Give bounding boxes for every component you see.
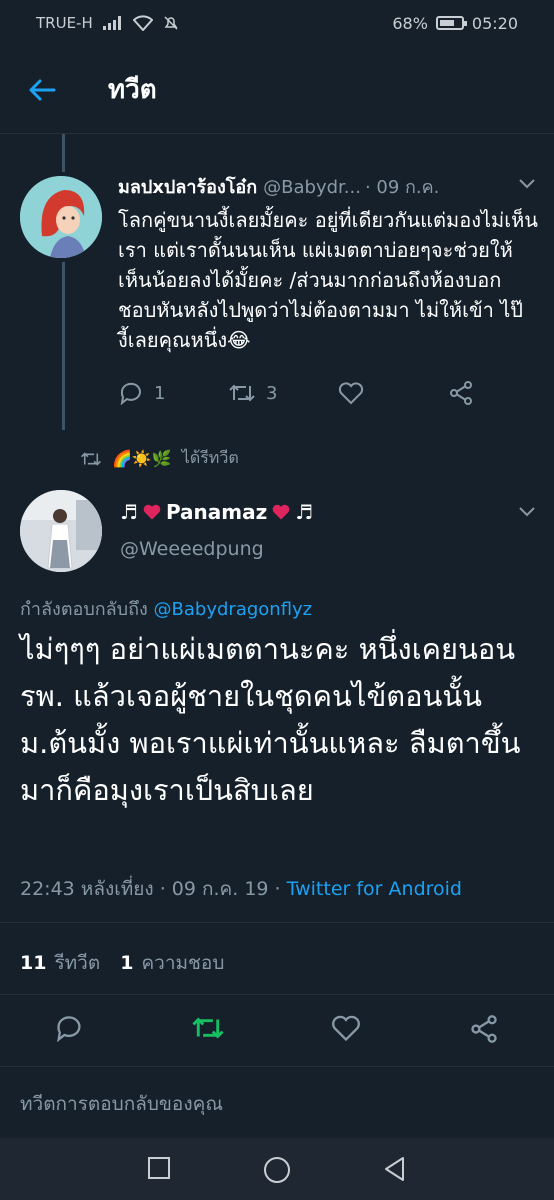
- tweet-timestamp: 22:43 หลังเที่ยง · 09 ก.ค. 19 ·: [20, 878, 281, 900]
- author-name-text: Panamaz: [165, 500, 268, 524]
- tweet-text: ไม่ๆๆๆ อย่าแผ่เมตตานะคะ หนึ่งเคยนอนรพ. แ…: [20, 632, 521, 807]
- author-name[interactable]: ♬ Panamaz ♬: [120, 500, 313, 524]
- avatar[interactable]: [20, 176, 102, 258]
- square-icon: [148, 1157, 170, 1179]
- retweets-stat[interactable]: 11 รีทวีต: [20, 948, 100, 978]
- retweets-count: 11: [20, 952, 47, 974]
- heart-icon: [332, 1015, 360, 1042]
- tweet-action-bar: [0, 1006, 554, 1056]
- name-note-prefix: ♬: [120, 500, 138, 524]
- likes-count: 1: [120, 952, 134, 974]
- heart-icon: [338, 382, 364, 405]
- reply-icon: [56, 1016, 81, 1043]
- circle-icon: [264, 1157, 290, 1183]
- tweet-actions: 1 3: [118, 380, 478, 406]
- mute-bell-icon: [164, 16, 178, 30]
- retweet-count: 3: [266, 382, 278, 404]
- author-name[interactable]: มลปxปลาร้องโอ๋ก: [118, 172, 257, 201]
- reply-compose-field[interactable]: ทวีตการตอบกลับของคุณ: [0, 1066, 554, 1138]
- red-heart-icon: [143, 504, 161, 520]
- reply-icon: [120, 382, 141, 405]
- retweets-label: รีทวีต: [54, 952, 101, 974]
- avatar[interactable]: [20, 490, 102, 572]
- retweet-icon: [192, 1017, 224, 1039]
- share-button[interactable]: [469, 1014, 499, 1048]
- likes-stat[interactable]: 1 ความชอบ: [120, 948, 224, 978]
- recents-button[interactable]: [147, 1156, 171, 1184]
- author-handle[interactable]: @Weeeedpung: [120, 538, 264, 560]
- triangle-back-icon: [385, 1157, 404, 1181]
- author-handle[interactable]: @Babydr...: [263, 177, 361, 198]
- mention-link[interactable]: @Babydragonflyz: [154, 599, 313, 620]
- retweet-icon: [81, 451, 101, 466]
- wifi-icon: [132, 15, 153, 31]
- share-icon: [471, 1015, 497, 1043]
- arrow-left-icon: [29, 79, 56, 100]
- thread-line: [62, 134, 65, 172]
- back-nav-button[interactable]: [383, 1156, 407, 1186]
- chevron-down-icon[interactable]: [518, 178, 536, 190]
- retweet-icon: [229, 384, 255, 402]
- share-button[interactable]: [448, 380, 474, 406]
- red-heart-icon: [272, 504, 290, 520]
- retweeter-name: 🌈☀️🌿: [112, 449, 172, 468]
- replying-label: กำลังตอบกลับถึง: [20, 599, 148, 620]
- battery-percent: 68%: [392, 13, 428, 33]
- tweet-source-link[interactable]: Twitter for Android: [287, 878, 462, 900]
- retweeted-by[interactable]: 🌈☀️🌿 ได้รีทวีต: [80, 446, 239, 471]
- name-note-suffix: ♬: [295, 500, 314, 524]
- thread-line: [62, 262, 65, 430]
- replying-to: กำลังตอบกลับถึง @Babydragonflyz: [20, 594, 312, 623]
- likes-label: ความชอบ: [141, 952, 225, 974]
- status-bar: TRUE-H 68% 05:20: [0, 0, 554, 46]
- clock: 05:20: [471, 13, 518, 33]
- retweet-button[interactable]: [191, 1014, 225, 1046]
- retweeted-label: ได้รีทวีต: [181, 448, 239, 467]
- chevron-down-icon[interactable]: [518, 506, 536, 518]
- tweet-meta: 22:43 หลังเที่ยง · 09 ก.ค. 19 · Twitter …: [20, 874, 462, 904]
- tweet-text: โลกคู่ขนานงี้เลยมั้ยคะ อยู่ที่เดียวกันแต…: [118, 208, 538, 352]
- reply-placeholder: ทวีตการตอบกลับของคุณ: [20, 1093, 223, 1115]
- carrier-label: TRUE-H: [36, 14, 93, 32]
- like-button[interactable]: [331, 1014, 361, 1046]
- signal-icon: [102, 16, 121, 30]
- reply-count: 1: [154, 382, 166, 404]
- divider: [0, 922, 554, 923]
- tweet-date: · 09 ก.ค.: [364, 177, 440, 198]
- share-icon: [450, 381, 472, 405]
- page-title: ทวีต: [108, 75, 157, 105]
- tweet-stats: 11 รีทวีต 1 ความชอบ: [20, 948, 224, 978]
- back-button[interactable]: [22, 70, 62, 110]
- battery-icon: [435, 16, 467, 30]
- reply-button[interactable]: [54, 1014, 84, 1046]
- top-app-bar: ทวีต: [0, 46, 554, 134]
- divider: [0, 994, 554, 995]
- home-button[interactable]: [263, 1156, 291, 1188]
- retweet-button[interactable]: 3: [228, 382, 338, 404]
- like-button[interactable]: [338, 381, 448, 405]
- system-nav-bar: [0, 1138, 554, 1200]
- reply-button[interactable]: 1: [118, 381, 228, 405]
